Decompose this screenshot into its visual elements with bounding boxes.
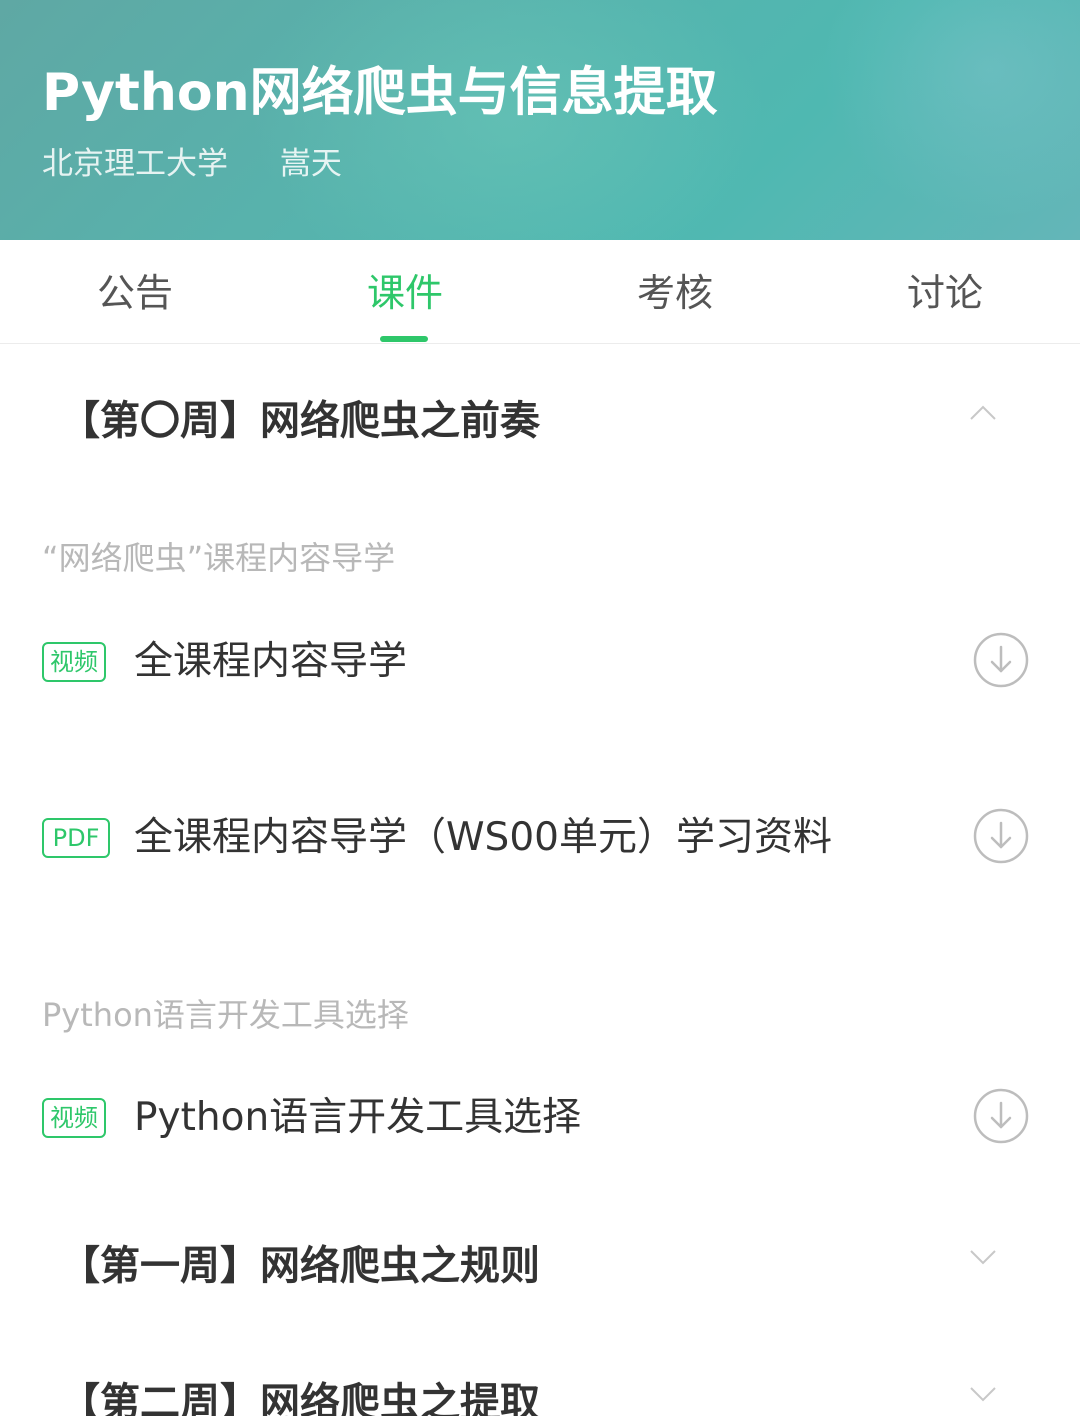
active-tab-indicator xyxy=(380,336,428,342)
pdf-badge: PDF xyxy=(42,818,110,858)
tab-bar: 公告 课件 考核 讨论 xyxy=(0,240,1080,344)
course-header: Python网络爬虫与信息提取 北京理工大学 嵩天 xyxy=(0,0,1080,240)
tab-discussion[interactable]: 讨论 xyxy=(810,240,1080,343)
course-page: Python网络爬虫与信息提取 北京理工大学 嵩天 公告 课件 考核 讨论 【第… xyxy=(0,0,1080,1416)
video-badge: 视频 xyxy=(42,642,106,682)
week-header-1[interactable]: 【第一周】网络爬虫之规则 xyxy=(60,1233,540,1291)
section-label: Python语言开发工具选择 xyxy=(42,996,409,1034)
download-circle-icon[interactable] xyxy=(973,632,1029,688)
item-title: 全课程内容导学（WS00单元）学习资料 xyxy=(134,815,832,860)
chevron-up-icon[interactable] xyxy=(968,398,998,428)
list-item[interactable]: 视频 全课程内容导学 xyxy=(0,632,1080,702)
course-meta: 北京理工大学 嵩天 xyxy=(42,138,342,183)
video-badge: 视频 xyxy=(42,1098,106,1138)
tab-announcements[interactable]: 公告 xyxy=(0,240,270,343)
chevron-down-icon[interactable] xyxy=(968,1379,998,1409)
download-circle-icon[interactable] xyxy=(973,808,1029,864)
chevron-down-icon[interactable] xyxy=(968,1242,998,1272)
list-item[interactable]: PDF 全课程内容导学（WS00单元）学习资料 xyxy=(0,808,1080,878)
week-header-0[interactable]: 【第〇周】网络爬虫之前奏 xyxy=(60,388,540,446)
tab-assessment[interactable]: 考核 xyxy=(540,240,810,343)
course-school: 北京理工大学 xyxy=(42,146,228,182)
item-title: Python语言开发工具选择 xyxy=(134,1095,582,1140)
download-circle-icon[interactable] xyxy=(973,1088,1029,1144)
course-title: Python网络爬虫与信息提取 xyxy=(42,63,718,123)
list-item[interactable]: 视频 Python语言开发工具选择 xyxy=(0,1088,1080,1158)
week-header-2[interactable]: 【第二周】网络爬虫之提取 xyxy=(60,1370,540,1416)
tab-courseware[interactable]: 课件 xyxy=(270,240,540,343)
header-glow-decoration xyxy=(820,0,1080,220)
item-title: 全课程内容导学 xyxy=(134,639,408,684)
section-label: “网络爬虫”课程内容导学 xyxy=(42,539,396,577)
course-teacher: 嵩天 xyxy=(279,146,342,182)
